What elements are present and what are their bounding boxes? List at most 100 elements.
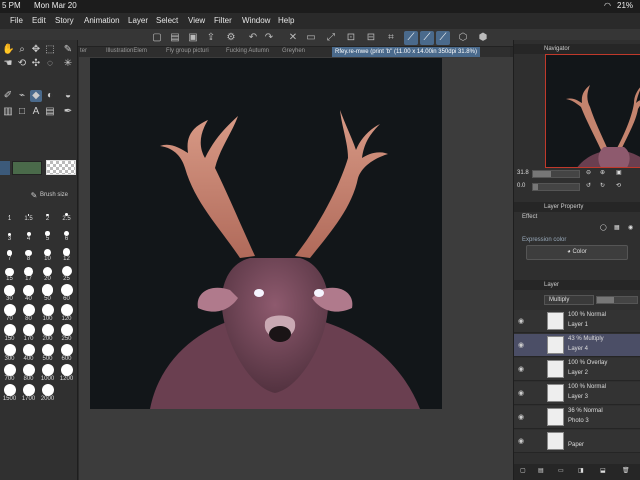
text-icon[interactable]: A	[30, 106, 42, 118]
brush-size-option[interactable]: 120	[57, 304, 76, 322]
visibility-eye-icon[interactable]: ◉	[518, 341, 524, 349]
snap-ruler-icon[interactable]: ⟋	[404, 31, 418, 45]
brush-size-option[interactable]: 70	[0, 304, 19, 322]
open-icon[interactable]: ▤	[168, 31, 182, 45]
tab-doc-0[interactable]: ter	[80, 48, 87, 54]
magic-wand-icon[interactable]: ✳	[62, 58, 74, 70]
layer-row[interactable]: ◉ 100 % Normal Layer 3	[514, 382, 640, 405]
brush-size-option[interactable]: 10	[38, 244, 57, 262]
zoom-slider[interactable]	[532, 170, 580, 178]
rotate-slider[interactable]	[532, 183, 580, 191]
rotate-right-icon[interactable]: ↻	[600, 182, 605, 189]
brush-size-option[interactable]: 2000	[38, 384, 57, 402]
balloon-icon[interactable]: ▤	[44, 106, 56, 118]
brush-size-option[interactable]: 1.5	[19, 204, 38, 222]
brush-size-option[interactable]: 600	[57, 344, 76, 362]
artboard[interactable]	[90, 58, 442, 409]
select-icon[interactable]: ⬚	[44, 44, 56, 56]
canvas-area[interactable]	[79, 57, 513, 480]
brush-size-option[interactable]: 7	[0, 244, 19, 262]
brush-size-option[interactable]: 30	[0, 284, 19, 302]
brush-size-option[interactable]: 1000	[38, 364, 57, 382]
brush-size-option[interactable]: 400	[19, 344, 38, 362]
lasso-icon[interactable]: ◌	[44, 58, 56, 70]
airbrush-icon[interactable]: ⌁	[16, 90, 28, 102]
figure-icon[interactable]: □	[16, 106, 28, 118]
new-layer-icon[interactable]: ▢	[520, 467, 526, 474]
brush-size-option[interactable]: 20	[38, 264, 57, 282]
eraser-icon[interactable]: ◆	[30, 90, 42, 102]
tone-icon[interactable]: ▦	[614, 224, 620, 231]
brush-size-option[interactable]: 4	[19, 224, 38, 242]
menu-window[interactable]: Window	[242, 16, 270, 25]
brush-size-option[interactable]: 80	[19, 304, 38, 322]
visibility-eye-icon[interactable]: ◉	[518, 389, 524, 397]
brush-size-option[interactable]: 700	[0, 364, 19, 382]
transform-icon[interactable]: ⤢	[324, 31, 338, 45]
brush-size-option[interactable]: 150	[0, 324, 19, 342]
delete-layer-icon[interactable]: 🗑	[622, 467, 630, 474]
snap-special-icon[interactable]: ⟋	[420, 31, 434, 45]
layer-row[interactable]: ◉ 43 % Multiply Layer 4	[514, 334, 640, 357]
color-effect-icon[interactable]: ◉	[628, 224, 633, 231]
export-icon[interactable]: ⇪	[204, 31, 218, 45]
new-icon[interactable]: ▢	[150, 31, 164, 45]
expression-color-select[interactable]: ◕ Color	[526, 245, 628, 260]
menu-select[interactable]: Select	[156, 16, 178, 25]
brush-size-option[interactable]: 50	[38, 284, 57, 302]
visibility-eye-icon[interactable]: ◉	[518, 365, 524, 373]
new-vector-icon[interactable]: ▤	[538, 467, 544, 474]
visibility-eye-icon[interactable]: ◉	[518, 437, 524, 445]
brush-size-option[interactable]: 800	[19, 364, 38, 382]
sub-color-swatch[interactable]	[12, 161, 42, 175]
brush-size-option[interactable]: 5	[38, 224, 57, 242]
move-icon[interactable]: ✥	[30, 44, 42, 56]
brush-size-option[interactable]: 25	[57, 264, 76, 282]
layer-row[interactable]: ◉ 100 % Normal Layer 1	[514, 310, 640, 333]
brush-size-option[interactable]: 3	[0, 224, 19, 242]
move-layer-icon[interactable]: ✣	[30, 58, 42, 70]
tab-doc-2[interactable]: Fly group picturi	[166, 48, 209, 54]
hand-icon[interactable]: ✋	[2, 44, 14, 56]
blend-mode-select[interactable]: Multiply	[544, 295, 594, 305]
brush-size-option[interactable]: 1200	[57, 364, 76, 382]
brush-size-option[interactable]: 2.5	[57, 204, 76, 222]
layer-row[interactable]: ◉ 36 % Normal Photo 3	[514, 406, 640, 429]
brush-size-option[interactable]: 1700	[19, 384, 38, 402]
camera-icon[interactable]: ⬢	[476, 31, 490, 45]
menu-help[interactable]: Help	[278, 16, 294, 25]
settings-icon[interactable]: ⚙	[224, 31, 238, 45]
layer-opacity-slider[interactable]	[596, 296, 638, 304]
main-color-swatch[interactable]	[0, 161, 10, 175]
navigator-preview[interactable]	[545, 54, 640, 168]
visibility-eye-icon[interactable]: ◉	[518, 413, 524, 421]
menu-story[interactable]: Story	[55, 16, 74, 25]
tab-doc-4[interactable]: Greyhen	[282, 48, 305, 54]
fit-icon[interactable]: ▣	[616, 169, 622, 176]
transparent-color-swatch[interactable]	[46, 160, 76, 175]
brush-size-option[interactable]: 17	[19, 264, 38, 282]
mask-icon[interactable]: ◨	[578, 467, 584, 474]
3d-icon[interactable]: ⬡	[456, 31, 470, 45]
brush-size-option[interactable]: 500	[38, 344, 57, 362]
brush-size-option[interactable]: 8	[19, 244, 38, 262]
brush-size-option[interactable]: 6	[57, 224, 76, 242]
merge-icon[interactable]: ⬓	[600, 467, 606, 474]
menu-layer[interactable]: Layer	[128, 16, 148, 25]
brush-size-option[interactable]: 2	[38, 204, 57, 222]
rotate-icon[interactable]: ⟲	[16, 58, 28, 70]
new-folder-icon[interactable]: ▭	[558, 467, 564, 474]
snap-grid-icon[interactable]: ⟋	[436, 31, 450, 45]
menu-file[interactable]: File	[10, 16, 23, 25]
zoom-icon[interactable]: ⌕	[16, 44, 28, 56]
zoom-out-icon[interactable]: ⊖	[586, 169, 591, 176]
brush-size-option[interactable]: 200	[38, 324, 57, 342]
brush-size-option[interactable]: 40	[19, 284, 38, 302]
layer-row[interactable]: ◉ 100 % Overlay Layer 2	[514, 358, 640, 381]
brush-icon[interactable]: ✐	[2, 90, 14, 102]
reset-rotate-icon[interactable]: ⟲	[616, 182, 621, 189]
menu-animation[interactable]: Animation	[84, 16, 120, 25]
menu-edit[interactable]: Edit	[32, 16, 46, 25]
brush-size-option[interactable]: 170	[19, 324, 38, 342]
blend-icon[interactable]: ◐	[44, 90, 56, 102]
